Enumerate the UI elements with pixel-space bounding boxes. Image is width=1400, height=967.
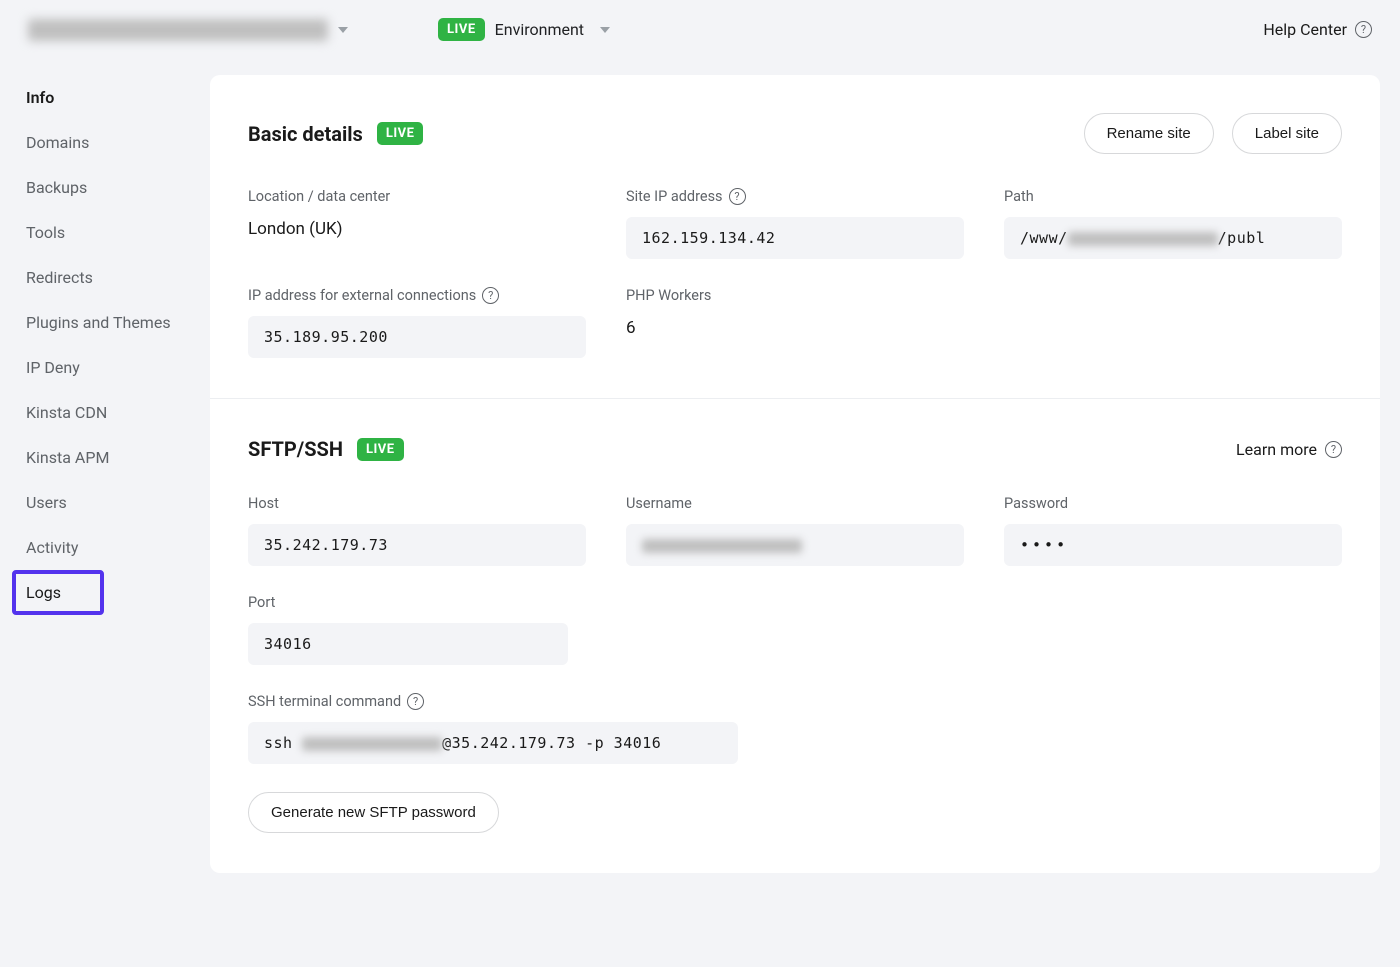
chevron-down-icon (338, 27, 348, 33)
php-workers-label: PHP Workers (626, 287, 964, 304)
live-badge: LIVE (377, 122, 424, 145)
ssh-command-field: SSH terminal command ? ssh @35.242.179.7… (248, 693, 1342, 764)
username-redacted (642, 539, 802, 553)
host-field: Host 35.242.179.73 (248, 495, 586, 566)
ssh-user-redacted (302, 737, 442, 751)
chevron-down-icon (600, 27, 610, 33)
php-workers-value: 6 (626, 318, 964, 338)
path-label: Path (1004, 188, 1342, 205)
site-ip-value: 162.159.134.42 (626, 217, 964, 259)
site-ip-field: Site IP address ? 162.159.134.42 (626, 188, 964, 259)
live-badge: LIVE (438, 18, 485, 41)
sidebar-item-kinsta-cdn[interactable]: Kinsta CDN (12, 390, 210, 435)
basic-details-heading: Basic details (248, 122, 363, 146)
live-badge: LIVE (357, 438, 404, 461)
external-ip-field: IP address for external connections ? 35… (248, 287, 586, 358)
port-label: Port (248, 594, 586, 611)
sidebar-item-ip-deny[interactable]: IP Deny (12, 345, 210, 390)
sidebar-item-users[interactable]: Users (12, 480, 210, 525)
password-value: •••• (1004, 524, 1342, 566)
basic-details-panel: Basic details LIVE Rename site Label sit… (210, 75, 1380, 873)
sidebar-item-kinsta-apm[interactable]: Kinsta APM (12, 435, 210, 480)
port-field: Port 34016 (248, 594, 586, 665)
password-field: Password •••• (1004, 495, 1342, 566)
username-label: Username (626, 495, 964, 512)
sidebar-item-logs[interactable]: Logs (12, 570, 104, 615)
site-name-redacted (28, 19, 328, 41)
host-value: 35.242.179.73 (248, 524, 586, 566)
external-ip-value: 35.189.95.200 (248, 316, 586, 358)
site-switcher[interactable] (28, 19, 348, 41)
generate-sftp-password-button[interactable]: Generate new SFTP password (248, 792, 499, 833)
path-field: Path /www//publ (1004, 188, 1342, 259)
sidebar: Info Domains Backups Tools Redirects Plu… (0, 75, 210, 615)
question-mark-icon: ? (1355, 21, 1372, 38)
sidebar-item-plugins-themes[interactable]: Plugins and Themes (12, 300, 210, 345)
sftp-heading: SFTP/SSH (248, 437, 343, 461)
environment-label: Environment (495, 20, 584, 39)
label-site-button[interactable]: Label site (1232, 113, 1342, 154)
rename-site-button[interactable]: Rename site (1084, 113, 1214, 154)
password-label: Password (1004, 495, 1342, 512)
environment-switcher[interactable]: LIVE Environment (438, 18, 610, 41)
sidebar-item-domains[interactable]: Domains (12, 120, 210, 165)
question-mark-icon[interactable]: ? (729, 188, 746, 205)
help-center-label: Help Center (1263, 20, 1347, 39)
sidebar-item-redirects[interactable]: Redirects (12, 255, 210, 300)
question-mark-icon: ? (1325, 441, 1342, 458)
ssh-command-label: SSH terminal command ? (248, 693, 1342, 710)
port-value: 34016 (248, 623, 568, 665)
ssh-command-value: ssh @35.242.179.73 -p 34016 (248, 722, 738, 764)
top-bar: LIVE Environment Help Center ? (0, 0, 1400, 75)
location-field: Location / data center London (UK) (248, 188, 586, 259)
sidebar-item-activity[interactable]: Activity (12, 525, 210, 570)
question-mark-icon[interactable]: ? (482, 287, 499, 304)
site-ip-label: Site IP address ? (626, 188, 964, 205)
username-field: Username (626, 495, 964, 566)
main-content: Basic details LIVE Rename site Label sit… (210, 75, 1380, 897)
path-value: /www//publ (1004, 217, 1342, 259)
help-center-link[interactable]: Help Center ? (1263, 20, 1372, 39)
location-value: London (UK) (248, 219, 586, 239)
sidebar-item-backups[interactable]: Backups (12, 165, 210, 210)
sidebar-item-info[interactable]: Info (12, 75, 210, 120)
sidebar-item-tools[interactable]: Tools (12, 210, 210, 255)
location-label: Location / data center (248, 188, 586, 205)
php-workers-field: PHP Workers 6 (626, 287, 964, 358)
username-value (626, 524, 964, 566)
learn-more-link[interactable]: Learn more ? (1236, 440, 1342, 459)
question-mark-icon[interactable]: ? (407, 693, 424, 710)
host-label: Host (248, 495, 586, 512)
external-ip-label: IP address for external connections ? (248, 287, 586, 304)
path-redacted (1068, 232, 1218, 246)
